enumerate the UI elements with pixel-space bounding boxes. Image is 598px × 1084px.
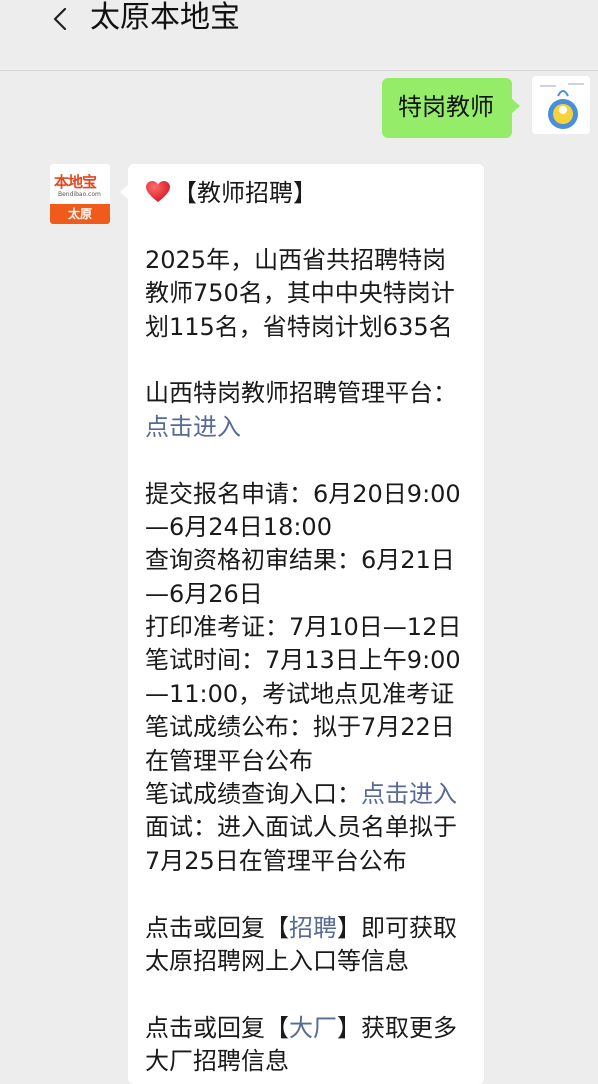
reply-recruit-suffix: 】即可获取 bbox=[337, 913, 457, 942]
logo-text: 本地宝 bbox=[54, 173, 97, 191]
schedule-line: —11:00，考试地点见准考证 bbox=[145, 679, 455, 708]
message-body: 【教师招聘】 2025年，山西省共招聘特岗 教师750名，其中中央特岗计 划11… bbox=[145, 177, 477, 1079]
schedule-line: 在管理平台公布 bbox=[145, 746, 313, 775]
score-query-label: 笔试成绩查询入口： bbox=[145, 780, 361, 809]
schedule-line: 打印准考证：7月10日—12日 bbox=[145, 613, 462, 642]
interview-line: 面试：进入面试人员名单拟于 bbox=[145, 813, 457, 842]
reply-recruit-line2: 太原招聘网上入口等信息 bbox=[145, 946, 409, 975]
reply-bigco-suffix: 】获取更多 bbox=[337, 1013, 457, 1042]
back-icon[interactable] bbox=[50, 8, 72, 30]
schedule-line: 提交报名申请：6月20日9:00 bbox=[145, 479, 461, 508]
schedule-line: 笔试时间：7月13日上午9:00 bbox=[145, 646, 461, 675]
reply-recruit-line: 点击或回复【招聘】即可获取 bbox=[145, 912, 477, 945]
reply-bigco-prefix: 点击或回复【 bbox=[145, 1013, 289, 1042]
reply-bigco-keyword-link[interactable]: 大厂 bbox=[289, 1014, 337, 1042]
platform-label: 山西特岗教师招聘管理平台： bbox=[145, 379, 457, 408]
intro-line: 2025年，山西省共招聘特岗 bbox=[145, 245, 447, 274]
schedule-line: 笔试成绩公布：拟于7月22日 bbox=[145, 713, 455, 742]
bot-avatar[interactable]: 本地宝 Bendibao.com 太原 bbox=[50, 164, 110, 224]
chat-title: 太原本地宝 bbox=[90, 0, 240, 35]
reply-bigco-line: 点击或回复【大厂】获取更多 bbox=[145, 1012, 477, 1045]
schedule-line: —6月26日 bbox=[145, 579, 263, 608]
reply-recruit-prefix: 点击或回复【 bbox=[145, 913, 289, 942]
reply-bigco-line2: 大厂招聘信息 bbox=[145, 1047, 289, 1076]
outgoing-message-bubble[interactable]: 特岗教师 bbox=[382, 78, 520, 138]
incoming-message-bubble[interactable]: 【教师招聘】 2025年，山西省共招聘特岗 教师750名，其中中央特岗计 划11… bbox=[120, 164, 484, 1084]
chat-header: 太原本地宝 bbox=[0, 0, 598, 71]
intro-line: 划115名，省特岗计划635名 bbox=[145, 312, 453, 341]
score-query-link[interactable]: 点击进入 bbox=[361, 780, 457, 808]
user-avatar-image bbox=[532, 76, 590, 134]
schedule-line: 查询资格初审结果：6月21日 bbox=[145, 546, 455, 575]
reply-recruit-keyword-link[interactable]: 招聘 bbox=[289, 914, 337, 942]
outgoing-message-text: 特岗教师 bbox=[398, 93, 494, 121]
user-avatar[interactable] bbox=[532, 76, 590, 134]
platform-link[interactable]: 点击进入 bbox=[145, 411, 477, 444]
schedule-line: —6月24日18:00 bbox=[145, 512, 332, 541]
message-title-line: 【教师招聘】 bbox=[145, 177, 477, 210]
logo-subtext: Bendibao.com bbox=[58, 191, 101, 198]
heart-icon bbox=[146, 181, 170, 202]
logo-city: 太原 bbox=[67, 207, 92, 221]
score-query-line: 笔试成绩查询入口：点击进入 bbox=[145, 778, 477, 811]
intro-line: 教师750名，其中中央特岗计 bbox=[145, 279, 455, 308]
interview-line: 7月25日在管理平台公布 bbox=[145, 846, 407, 875]
message-title: 【教师招聘】 bbox=[173, 179, 317, 207]
